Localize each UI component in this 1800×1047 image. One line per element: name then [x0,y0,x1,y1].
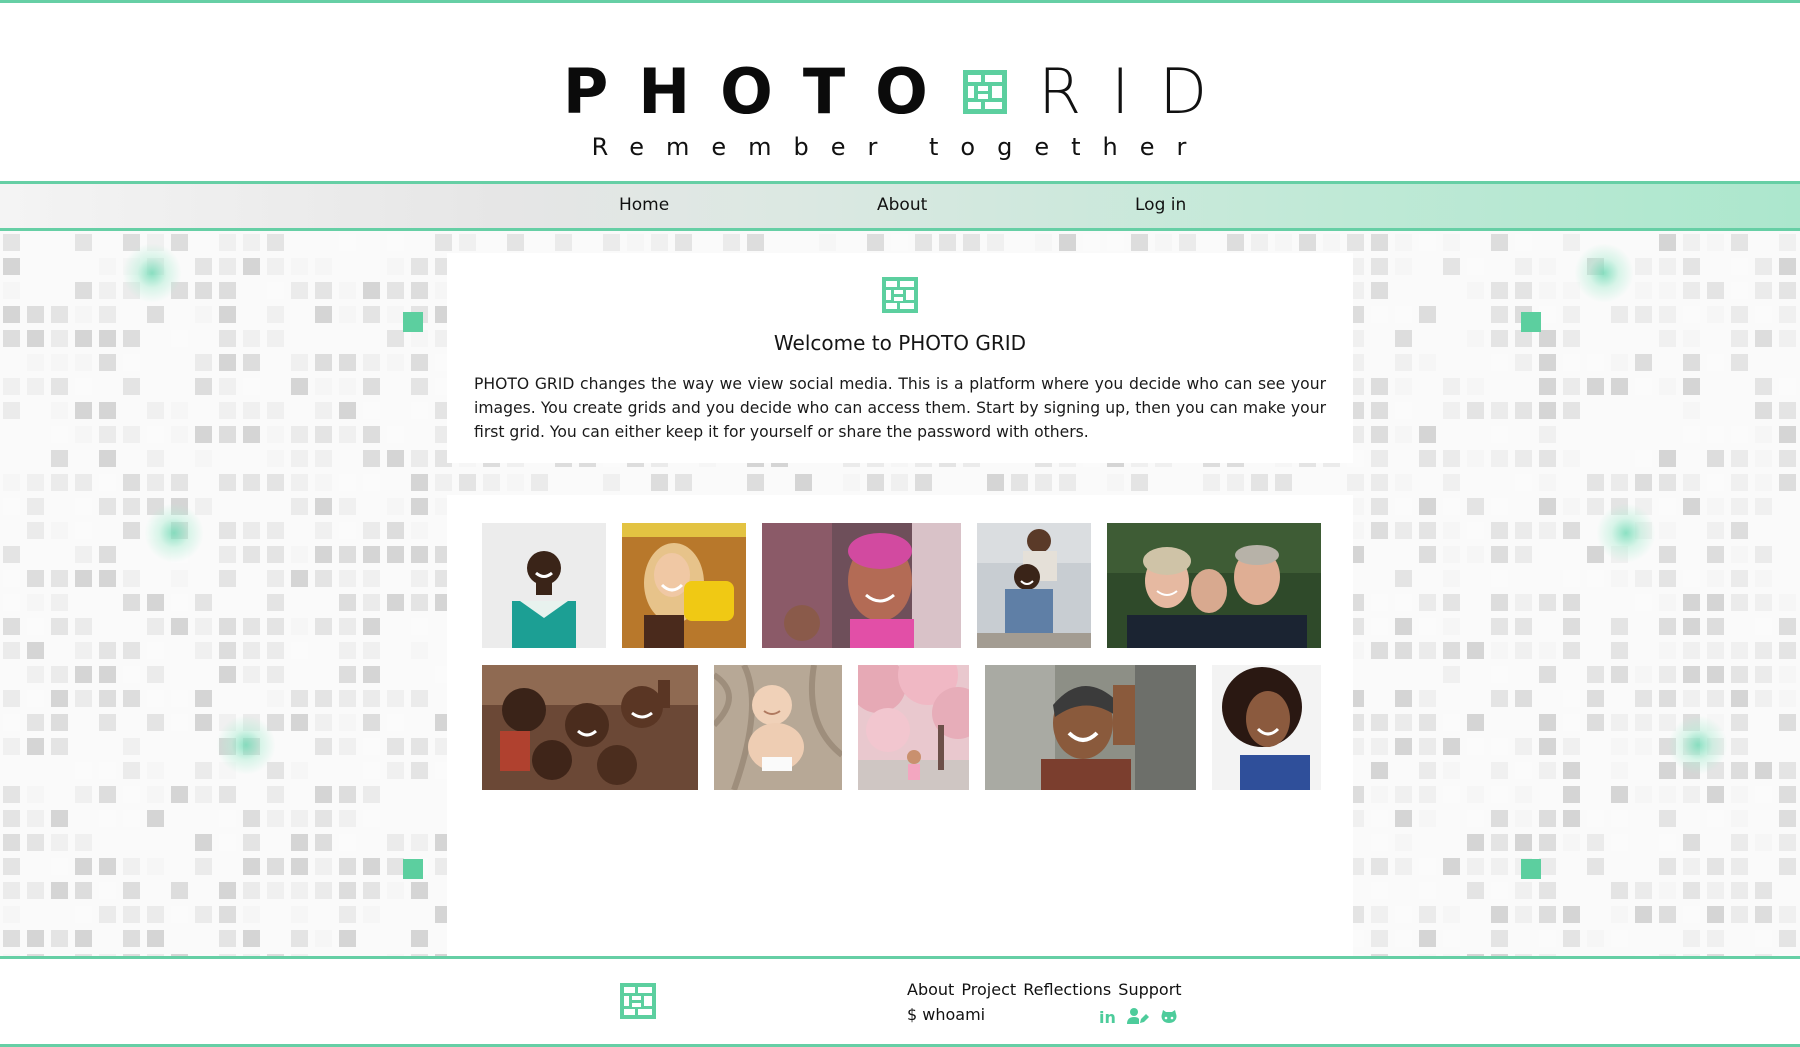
background-glow [1574,243,1634,303]
photo-children-peace-signs[interactable] [482,665,698,790]
grid-logo-icon [882,277,918,313]
photo-laughing-woman-street[interactable] [985,665,1196,790]
background-glow [122,243,182,303]
accent-square [1521,859,1541,879]
grid-logo-icon [962,69,1007,114]
accent-square [403,859,423,879]
footer-links: About Project Reflections Support [907,980,1184,999]
site-header: PHOTO RID Remember together [0,3,1800,181]
photo-gallery [447,495,1353,956]
background-glow [144,503,204,563]
welcome-title: Welcome to PHOTO GRID [773,331,1027,355]
logo-word-photo: PHOTO [562,55,958,128]
nav-item-home[interactable]: Home [619,195,669,215]
photo-family-group[interactable] [1107,523,1321,648]
user-edit-icon[interactable] [1127,1008,1149,1024]
photo-woman-yellow-phone[interactable] [622,523,746,648]
photo-cherry-blossom-child[interactable] [858,665,969,790]
accent-square [1521,312,1541,332]
main-nav: Home About Log in [0,181,1800,238]
nav-item-login[interactable]: Log in [1135,195,1186,215]
grid-logo-icon[interactable] [620,983,656,1019]
footer-link-about[interactable]: About [907,980,954,999]
photo-baby-blanket[interactable] [714,665,842,790]
footer-link-reflections[interactable]: Reflections [1023,980,1111,999]
main-content: Welcome to PHOTO GRID PHOTO GRID changes… [0,231,1800,956]
welcome-card: Welcome to PHOTO GRID PHOTO GRID changes… [447,253,1353,463]
site-logo[interactable]: PHOTO RID [0,55,1800,128]
welcome-description: PHOTO GRID changes the way we view socia… [474,375,1326,441]
whoami-text: $ whoami [907,1005,986,1024]
site-tagline: Remember together [591,133,1209,161]
logo-word-rid: RID [1038,55,1238,128]
linkedin-icon[interactable]: in [1099,1008,1116,1027]
photo-smiling-man-jersey[interactable] [482,523,606,648]
background-glow [1668,715,1728,775]
site-footer: About Project Reflections Support $ whoa… [0,956,1800,1047]
footer-link-support[interactable]: Support [1118,980,1181,999]
photo-girl-pink-powder[interactable] [762,523,961,648]
photo-smiling-woman-curls[interactable] [1212,665,1321,790]
accent-square [403,312,423,332]
github-icon[interactable] [1161,1010,1177,1023]
nav-item-about[interactable]: About [877,195,927,215]
footer-link-project[interactable]: Project [961,980,1016,999]
background-glow [216,715,276,775]
background-glow [1596,503,1656,563]
photo-two-men-chairs[interactable] [977,523,1091,648]
